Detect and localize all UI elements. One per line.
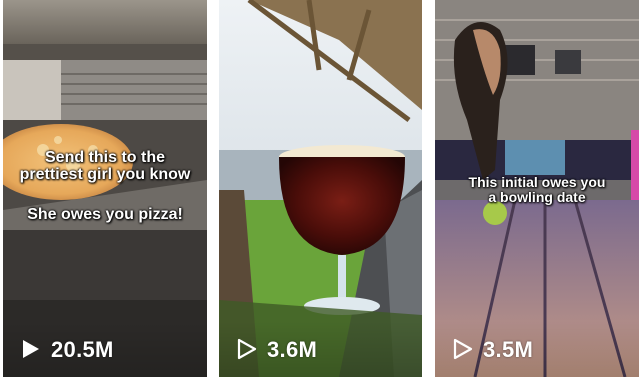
- caption-line: Send this to the: [45, 149, 165, 166]
- play-icon: [23, 340, 39, 358]
- caption-line: a bowling date: [488, 188, 586, 205]
- video-card-bowling[interactable]: This initial owes you a bowling date 3.5…: [435, 0, 639, 377]
- play-icon: [237, 338, 257, 360]
- video-caption: This initial owes you a bowling date: [435, 175, 639, 204]
- video-card-beer[interactable]: 3.6M: [219, 0, 422, 377]
- video-card-pizza[interactable]: Send this to the prettiest girl you know…: [3, 0, 207, 377]
- caption-line: prettiest girl you know: [19, 165, 191, 183]
- video-caption: Send this to the prettiest girl you know: [3, 149, 207, 184]
- view-count-bar: 3.5M: [435, 321, 639, 377]
- view-count: 20.5M: [51, 337, 114, 362]
- caption-line: She owes you pizza!: [27, 206, 183, 223]
- view-count: 3.5M: [483, 337, 534, 362]
- caption-line: This initial owes you: [468, 174, 606, 190]
- view-count-bar: 3.6M: [219, 321, 422, 377]
- view-count-bar: 20.5M: [3, 321, 207, 377]
- play-icon: [453, 338, 473, 360]
- video-caption-secondary: She owes you pizza!: [3, 206, 207, 224]
- view-count: 3.6M: [267, 337, 318, 362]
